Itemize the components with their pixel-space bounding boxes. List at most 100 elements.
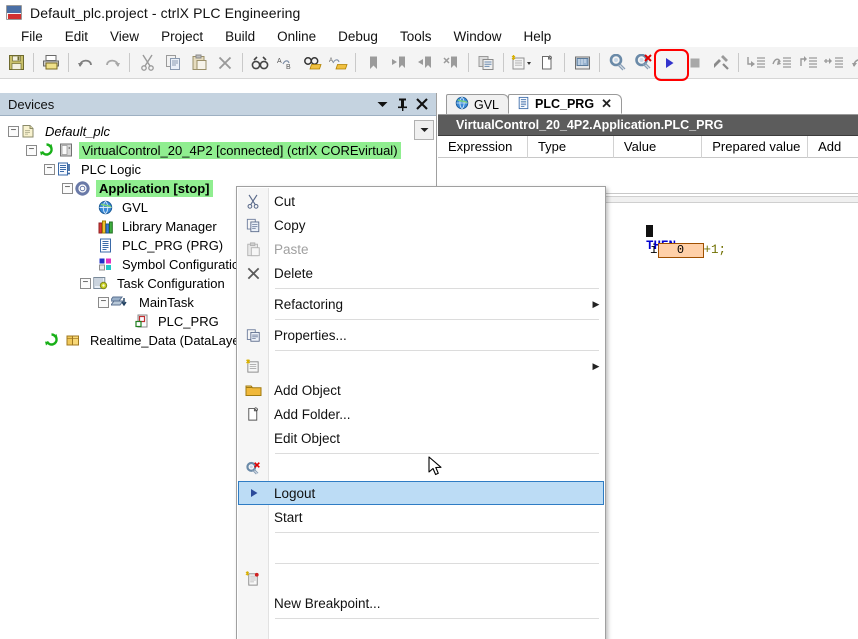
menu-item-tools[interactable]: Tools [389, 27, 443, 46]
context-menu: Cut Copy Paste Delete Refactoring ▶ Prop… [236, 186, 606, 639]
svg-text:B: B [286, 64, 291, 71]
next-bookmark-icon[interactable] [412, 50, 438, 76]
context-menu-item-properties[interactable]: Properties... [237, 323, 605, 347]
context-menu-item-refactoring[interactable]: Refactoring ▶ [237, 292, 605, 316]
context-menu-item-new-breakpoint[interactable] [237, 567, 605, 591]
run-to-cursor-icon[interactable] [821, 50, 847, 76]
bookmark-icon[interactable] [360, 50, 386, 76]
connected-status-icon [44, 332, 62, 349]
blank-icon [237, 292, 269, 316]
menu-item-debug[interactable]: Debug [327, 27, 389, 46]
context-menu-item-toggle-breakpoint[interactable]: New Breakpoint... [237, 591, 605, 615]
plc-logic-icon [57, 162, 74, 178]
step-out-icon[interactable] [795, 50, 821, 76]
toolbar-separator [68, 53, 69, 72]
code-horizontal-scrollbar[interactable] [588, 196, 858, 203]
title-bar: Default_plc.project - ctrlX PLC Engineer… [0, 0, 858, 25]
redo-icon[interactable] [99, 50, 125, 76]
login-icon[interactable] [604, 50, 630, 76]
build-tools-icon[interactable] [708, 50, 734, 76]
menu-item-online[interactable]: Online [266, 27, 327, 46]
context-menu-item-cut[interactable]: Cut [237, 189, 605, 213]
logout-icon[interactable] [630, 50, 656, 76]
compile-icon[interactable] [473, 50, 499, 76]
context-menu-separator [275, 350, 599, 351]
context-menu-item-edit-object-with[interactable]: Edit Object [237, 426, 605, 450]
toolbar: AB A [0, 47, 858, 81]
delete-icon [237, 261, 269, 285]
clear-bookmarks-icon[interactable] [438, 50, 464, 76]
expander-collapse-icon[interactable]: − [98, 297, 109, 308]
expander-collapse-icon[interactable]: − [80, 278, 91, 289]
menu-item-window[interactable]: Window [442, 27, 512, 46]
context-menu-item-start[interactable]: Logout [238, 481, 604, 505]
replace-in-project-icon[interactable]: A [325, 50, 351, 76]
context-menu-item-delete[interactable]: Delete [237, 261, 605, 285]
context-menu-item-label: Refactoring [274, 296, 344, 312]
tree-item-default-plc[interactable]: − Default_plc [0, 122, 436, 141]
delete-icon[interactable] [212, 50, 238, 76]
save-icon[interactable] [3, 50, 29, 76]
menu-item-build[interactable]: Build [214, 27, 266, 46]
find-icon[interactable] [247, 50, 273, 76]
undo-icon[interactable] [73, 50, 99, 76]
new-breakpoint-icon [237, 567, 269, 591]
context-menu-item-unforce-all-values[interactable] [237, 622, 605, 639]
expander-collapse-icon[interactable]: − [62, 183, 73, 194]
datalayer-icon [66, 333, 83, 349]
expander-collapse-icon[interactable]: − [26, 145, 37, 156]
context-menu-item-add-folder[interactable]: Add Object [237, 378, 605, 402]
new-file-icon[interactable] [534, 50, 560, 76]
menu-item-view[interactable]: View [99, 27, 150, 46]
set-next-statement-icon[interactable] [847, 50, 858, 76]
context-menu-item-label: Add Object [274, 382, 341, 398]
plc-project-icon [6, 5, 22, 20]
device-icon[interactable] [569, 50, 595, 76]
context-menu-item-label: Properties... [274, 327, 347, 343]
paste-icon [237, 237, 269, 261]
menu-item-file[interactable]: File [10, 27, 54, 46]
window-title: Default_plc.project - ctrlX PLC Engineer… [30, 4, 301, 21]
toolbar-separator [33, 53, 34, 72]
cut-icon[interactable] [134, 50, 160, 76]
print-icon[interactable] [38, 50, 64, 76]
stop-button[interactable] [682, 50, 708, 76]
expander-collapse-icon[interactable]: − [8, 126, 19, 137]
context-menu-item-online-change[interactable]: Start [237, 505, 605, 529]
tree-item-plc-logic[interactable]: − PLC Logic [0, 160, 436, 179]
pou-icon [517, 96, 530, 113]
toolbar-separator [242, 53, 243, 72]
toolbar-separator [738, 53, 739, 72]
menu-item-edit[interactable]: Edit [54, 27, 99, 46]
replace-icon[interactable]: AB [273, 50, 299, 76]
tree-item-label: VirtualControl_20_4P2 [connected] (ctrlX… [79, 142, 401, 159]
panel-pin-button[interactable] [392, 95, 412, 114]
symbol-configuration-icon [98, 257, 115, 273]
step-into-icon[interactable] [743, 50, 769, 76]
start-run-button[interactable] [654, 48, 689, 81]
blank-icon [237, 622, 269, 639]
svg-text:A: A [329, 58, 333, 64]
menu-item-project[interactable]: Project [150, 27, 214, 46]
menu-item-help[interactable]: Help [512, 27, 562, 46]
blank-icon [237, 536, 269, 560]
tree-item-label: GVL [122, 200, 149, 215]
context-menu-item-copy[interactable]: Copy [237, 213, 605, 237]
tree-item-virtualcontrol[interactable]: − VirtualControl_20_4P2 [connected] (ctr… [0, 141, 436, 160]
step-over-icon[interactable] [769, 50, 795, 76]
add-object-icon[interactable] [508, 50, 534, 76]
tab-plc-prg[interactable]: PLC_PRG ✕ [508, 94, 622, 114]
tab-close-icon[interactable]: ✕ [601, 96, 612, 112]
context-menu-item-add-object[interactable]: ▶ [237, 354, 605, 378]
previous-bookmark-icon[interactable] [386, 50, 412, 76]
panel-close-button[interactable] [412, 95, 432, 114]
context-menu-item-edit-object[interactable]: Add Folder... [237, 402, 605, 426]
panel-dropdown-button[interactable] [372, 95, 392, 114]
context-menu-item-logout[interactable] [237, 457, 605, 481]
paste-icon[interactable] [186, 50, 212, 76]
find-in-project-icon[interactable] [299, 50, 325, 76]
context-menu-item-delete-application-from-device[interactable] [237, 536, 605, 560]
expander-collapse-icon[interactable]: − [44, 164, 55, 175]
svg-text:A: A [277, 58, 282, 65]
copy-icon[interactable] [160, 50, 186, 76]
